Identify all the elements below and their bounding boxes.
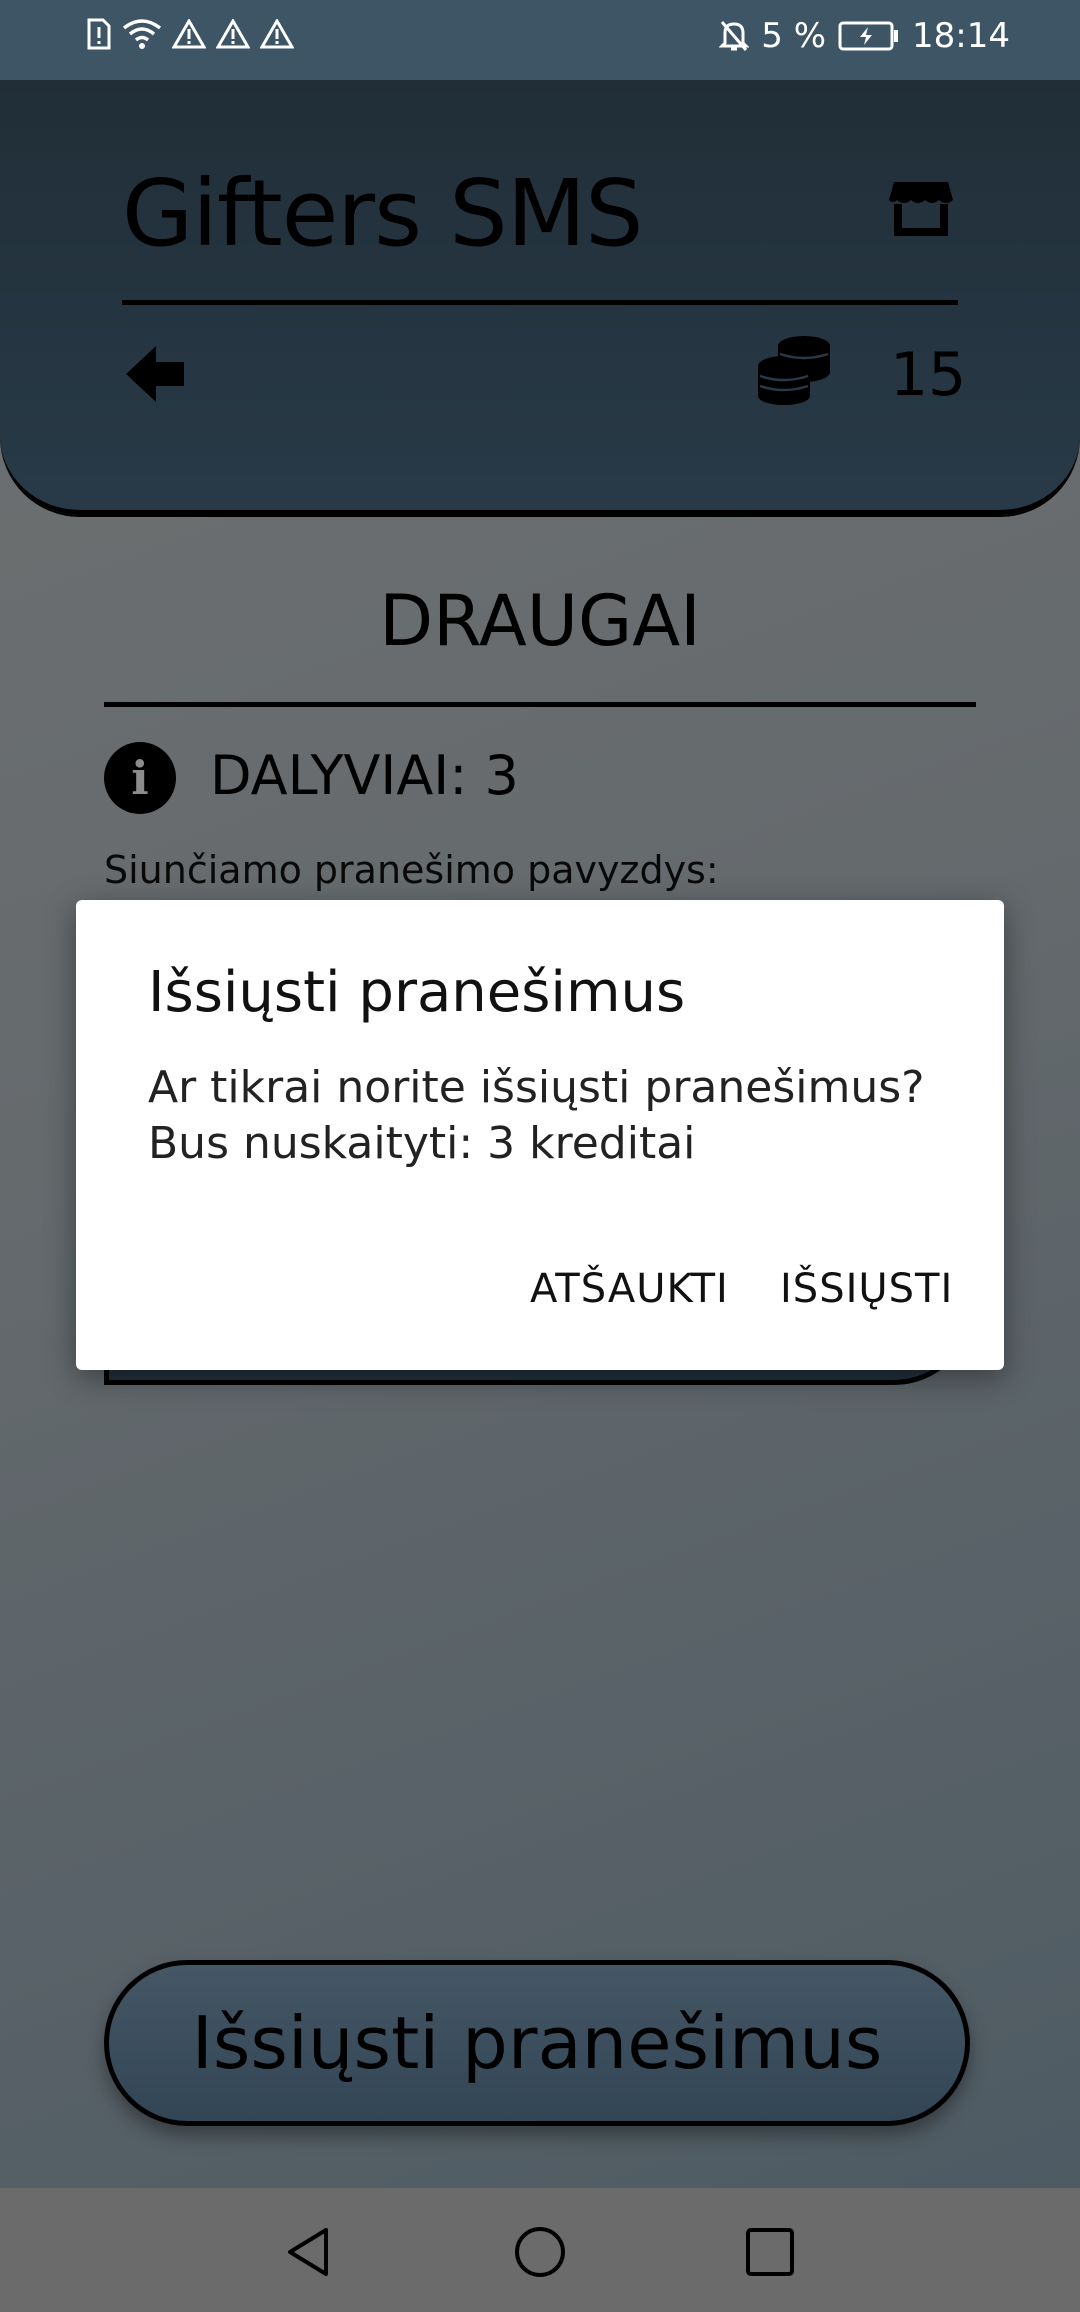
system-nav-bar: [0, 2188, 1080, 2312]
warning-icon: [260, 19, 294, 49]
status-icons-right: 5 % 18:14: [719, 16, 1010, 56]
recents-square-icon[interactable]: [742, 2224, 798, 2280]
wifi-icon: [122, 19, 162, 49]
confirm-send-button[interactable]: IŠSIŲSTI: [770, 1258, 963, 1320]
status-bar: 5 % 18:14: [0, 0, 1080, 80]
dialog-title: Išsiųsti pranešimus: [148, 960, 686, 1025]
battery-charging-icon: [838, 21, 899, 51]
cancel-button[interactable]: ATŠAUKTI: [520, 1258, 739, 1320]
home-circle-icon[interactable]: [512, 2224, 568, 2280]
back-triangle-icon[interactable]: [282, 2224, 338, 2280]
dialog-message-line: Bus nuskaityti: 3 kreditai: [148, 1118, 696, 1169]
warning-icon: [172, 19, 206, 49]
confirm-dialog: Išsiųsti pranešimus Ar tikrai norite išs…: [76, 900, 1004, 1370]
clock-time: 18:14: [912, 16, 1010, 56]
dialog-message: Ar tikrai norite išsiųsti pranešimus? Bu…: [148, 1060, 925, 1172]
bell-muted-icon: [719, 21, 750, 51]
status-icons-left: [86, 18, 294, 50]
dialog-message-line: Ar tikrai norite išsiųsti pranešimus?: [148, 1062, 925, 1113]
battery-percent: 5 %: [761, 16, 827, 56]
sim-alert-icon: [87, 18, 111, 50]
warning-icon: [216, 19, 250, 49]
